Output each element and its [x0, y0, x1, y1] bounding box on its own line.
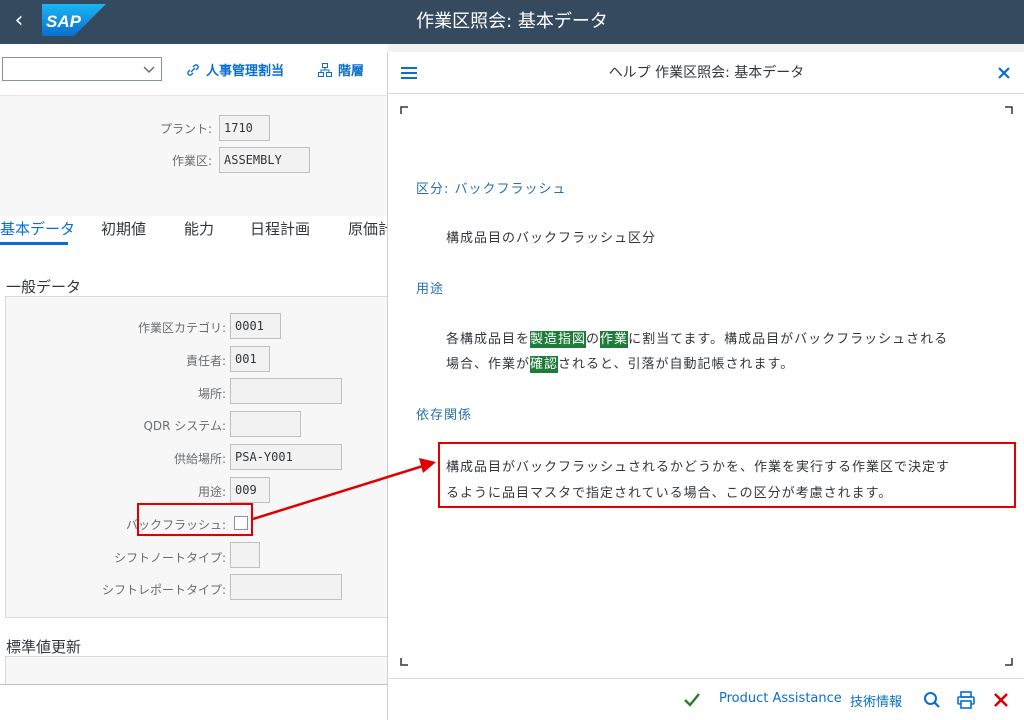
link-icon	[187, 64, 199, 76]
hierarchy-label: 階層	[338, 64, 365, 79]
field-label: 用途:	[197, 485, 226, 499]
field-label: 作業区カテゴリ:	[137, 321, 226, 335]
tab-underline	[0, 242, 68, 245]
dialog-footer: Product Assistance 技術情報	[388, 678, 1024, 720]
tab-scheduling[interactable]: 日程計画	[250, 218, 310, 239]
corner-mark	[400, 658, 408, 666]
technical-info-link[interactable]: 技術情報	[850, 691, 902, 710]
help-dependency-line2: るように品目マスタで指定されている場合、この区分が考慮されます。	[446, 486, 893, 501]
qdr-system-field[interactable]	[230, 411, 301, 437]
tab-defaults[interactable]: 初期値	[101, 218, 146, 239]
shell-bar: ‹ SAP 作業区照会: 基本データ	[0, 0, 1024, 44]
annotation-box-backflush	[137, 503, 253, 536]
general-data-group: 作業区カテゴリ: 0001 責任者: 001 場所: QDR システム: 供給場…	[5, 296, 388, 618]
usage-field[interactable]: 009	[230, 477, 270, 503]
work-center-display: 人事管理割当 階層 プラント: 1710 作業区: ASSEMBLY 基本データ…	[0, 44, 388, 720]
help-heading-usage: 用途	[416, 282, 445, 297]
check-icon[interactable]	[682, 690, 702, 710]
person-responsible-field[interactable]: 001	[230, 346, 270, 372]
shift-report-type-field[interactable]	[230, 574, 342, 600]
work-center-category-field[interactable]: 0001	[230, 313, 281, 339]
shift-note-type-field[interactable]	[230, 542, 260, 568]
tab-capacity[interactable]: 能力	[184, 218, 214, 239]
footer-bar	[0, 684, 388, 720]
corner-mark	[400, 106, 408, 114]
print-icon[interactable]	[956, 690, 976, 710]
glossary-link-confirmation[interactable]: 確認	[530, 356, 559, 373]
help-short-text: 構成品目のバックフラッシュ区分	[446, 231, 657, 246]
hr-assignment-button[interactable]: 人事管理割当	[186, 60, 284, 79]
tab-costing[interactable]: 原価計	[348, 218, 388, 239]
field-label: 責任者:	[185, 354, 226, 368]
variant-combobox[interactable]	[2, 57, 162, 81]
field-label: QDR システム:	[143, 419, 226, 433]
help-heading-dependencies: 依存関係	[416, 408, 473, 423]
general-data-title: 一般データ	[6, 278, 82, 296]
chevron-down-icon	[143, 66, 155, 74]
plant-field[interactable]: 1710	[219, 115, 270, 141]
page-title: 作業区照会: 基本データ	[416, 11, 608, 32]
toolbar: 人事管理割当 階層	[0, 44, 388, 96]
close-icon[interactable]	[995, 64, 1013, 82]
location-field[interactable]	[230, 378, 342, 404]
dialog-header: ヘルプ 作業区照会: 基本データ	[388, 52, 1024, 94]
glossary-link-operation[interactable]: 作業	[600, 331, 629, 348]
dialog-title: ヘルプ 作業区照会: 基本データ	[608, 65, 805, 81]
search-icon[interactable]	[922, 690, 942, 710]
field-label: シフトレポートタイプ:	[101, 583, 226, 597]
help-usage-line2: 場合、作業が確認されると、引落が自動記帳されます。	[446, 356, 795, 373]
help-usage-line1: 各構成品目を製造指図の作業に割当てます。構成品目がバックフラッシュされる	[446, 331, 949, 348]
help-dependency-line1: 構成品目がバックフラッシュされるかどうかを、作業を実行する作業区で決定す	[446, 460, 951, 475]
help-dialog: ヘルプ 作業区照会: 基本データ 区分: バックフラッシュ 構成品目のバックフラ…	[387, 52, 1024, 720]
tab-basic-data[interactable]: 基本データ	[0, 218, 75, 239]
cancel-icon[interactable]	[991, 690, 1011, 710]
glossary-link-production-order[interactable]: 製造指図	[530, 331, 587, 348]
object-header: プラント: 1710 作業区: ASSEMBLY	[0, 96, 388, 216]
help-heading-indicator: 区分: バックフラッシュ	[416, 182, 567, 197]
supply-area-field[interactable]: PSA-Y001	[230, 444, 342, 470]
corner-mark	[1005, 658, 1013, 666]
hierarchy-button[interactable]: 階層	[318, 60, 364, 79]
field-label: 供給場所:	[173, 452, 226, 466]
tab-strip: 基本データ 初期値 能力 日程計画 原価計	[0, 216, 388, 250]
plant-label: プラント:	[159, 122, 212, 136]
standard-value-title: 標準値更新	[6, 638, 82, 656]
hr-assignment-label: 人事管理割当	[206, 64, 285, 79]
product-assistance-link[interactable]: Product Assistance	[719, 691, 842, 706]
corner-mark	[1005, 106, 1013, 114]
field-label: 場所:	[197, 387, 226, 401]
workcenter-field[interactable]: ASSEMBLY	[219, 147, 310, 173]
workcenter-label: 作業区:	[171, 154, 212, 168]
hierarchy-icon	[318, 63, 332, 77]
field-label: シフトノートタイプ:	[113, 551, 226, 565]
